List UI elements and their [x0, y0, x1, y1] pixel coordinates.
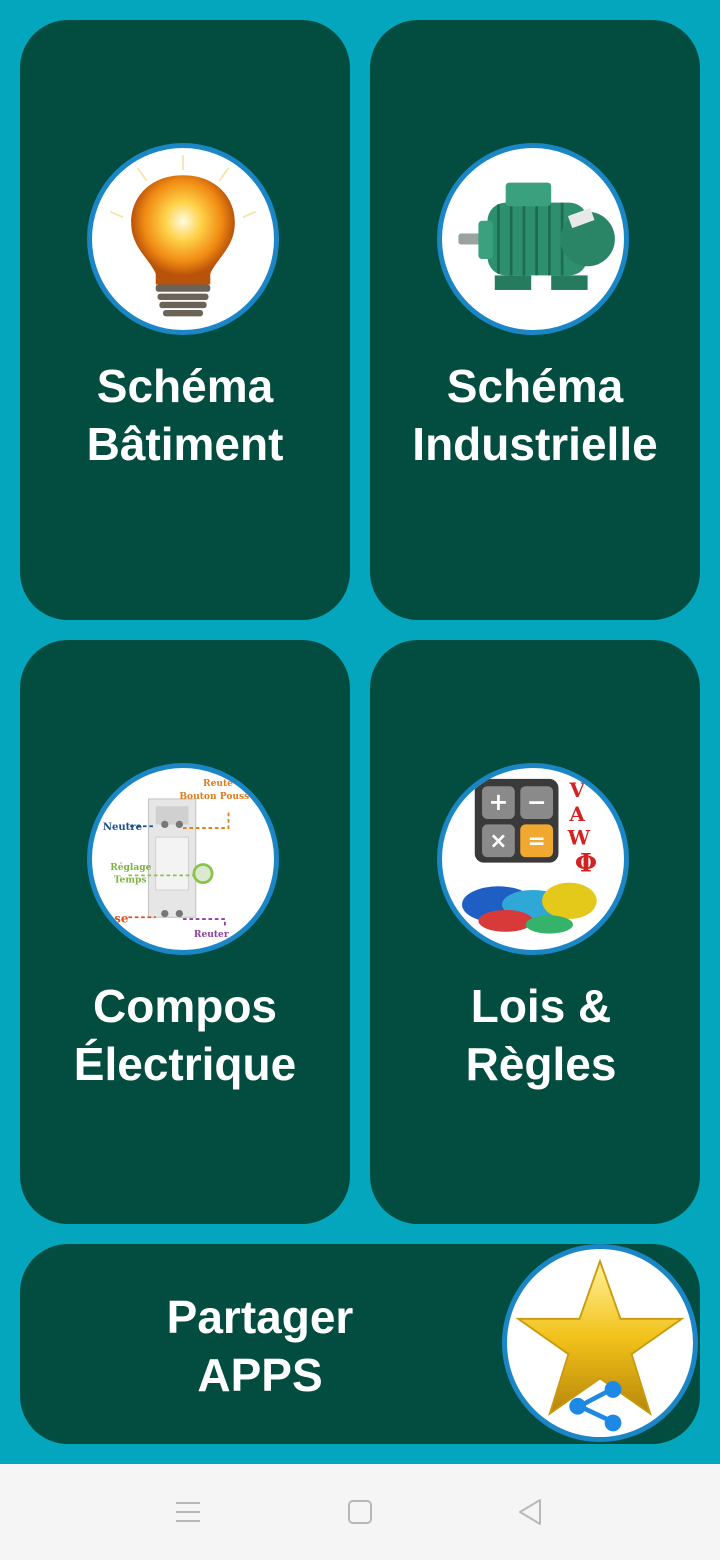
partager-apps-title: Partager APPS [166, 1291, 354, 1401]
partager-apps-card[interactable]: Partager APPS [20, 1244, 700, 1444]
compos-electrique-card[interactable]: Reute Bouton Pouss Neutre Réglage Temps … [20, 640, 350, 1224]
svg-text:Bouton Pouss: Bouton Pouss [179, 791, 249, 802]
home-square-icon[interactable] [338, 1490, 382, 1534]
svg-text:Φ: Φ [575, 849, 597, 879]
compos-electrique-title: Compos Électrique [73, 980, 297, 1090]
svg-text:−: − [527, 788, 547, 816]
svg-text:Reuter: Reuter [194, 929, 229, 940]
lois-regles-card[interactable]: + − × = V A W Φ Lois & Règles [370, 640, 700, 1224]
star-share-icon[interactable] [502, 1244, 698, 1442]
svg-text:=: = [527, 829, 545, 854]
svg-text:Reute: Reute [203, 778, 233, 789]
schema-industrielle-title: Schéma Industrielle [412, 360, 658, 470]
system-navigation-bar [0, 1464, 720, 1560]
svg-text:Réglage: Réglage [110, 862, 151, 873]
svg-text:V: V [568, 778, 585, 802]
svg-text:A: A [568, 802, 585, 826]
back-triangle-icon[interactable] [508, 1490, 552, 1534]
relay-component-icon: Reute Bouton Pouss Neutre Réglage Temps … [87, 763, 279, 955]
svg-text:W: W [567, 825, 591, 849]
electric-motor-icon [437, 143, 629, 335]
svg-text:+: + [489, 788, 509, 816]
schema-industrielle-card[interactable]: Schéma Industrielle [370, 20, 700, 620]
svg-text:Temps: Temps [114, 875, 147, 886]
svg-text:Neutre: Neutre [103, 822, 142, 833]
schema-batiment-card[interactable]: Schéma Bâtiment [20, 20, 350, 620]
svg-text:×: × [489, 829, 507, 854]
calculator-cables-icon: + − × = V A W Φ [437, 763, 629, 955]
svg-text:ase: ase [107, 912, 129, 926]
lois-regles-title: Lois & Règles [465, 980, 617, 1090]
schema-batiment-title: Schéma Bâtiment [86, 360, 284, 470]
menu-icon[interactable] [166, 1490, 210, 1534]
light-bulb-icon [87, 143, 279, 335]
